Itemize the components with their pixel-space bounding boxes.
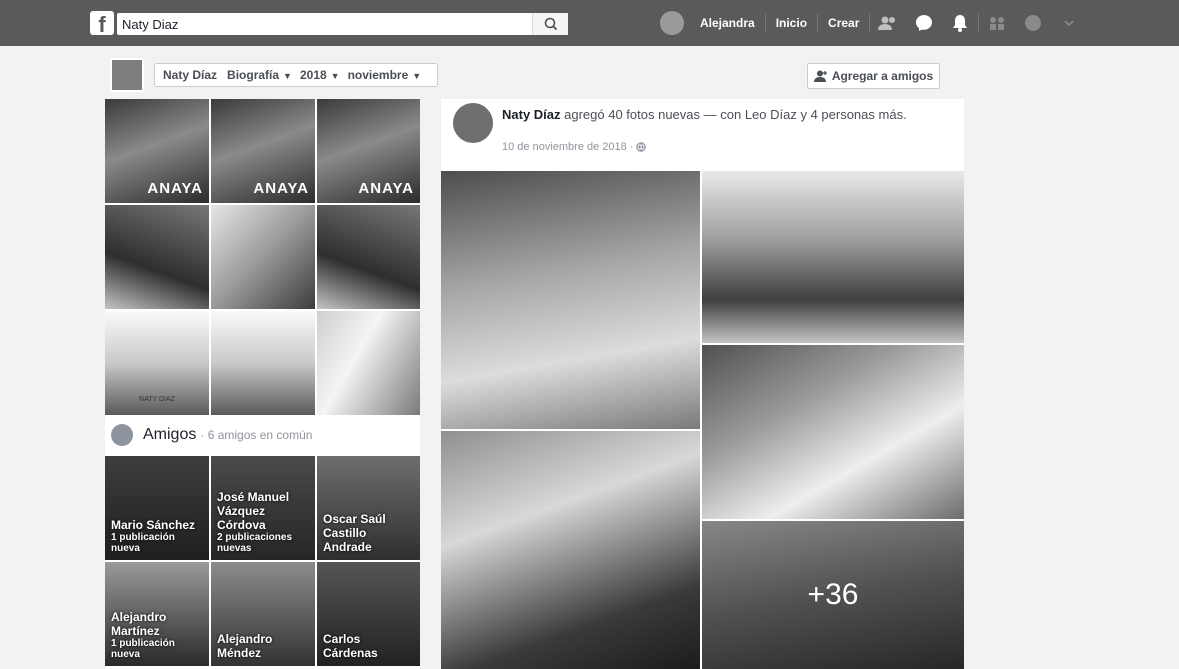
add-friend-label: Agregar a amigos [831,69,934,83]
caret-down-icon: ▼ [283,71,292,81]
photo-tile[interactable]: ANAYA [317,99,420,203]
year-dropdown[interactable]: 2018 ▼ [300,68,340,82]
friend-tile[interactable]: Carlos Cárdenas [317,562,420,666]
chevron-down-icon[interactable] [1051,0,1087,46]
friend-tile[interactable]: José Manuel Vázquez Córdova 2 publicacion… [211,456,315,560]
friend-name: Alejandro Martínez [111,610,167,638]
photo-tile[interactable]: ANAYA [105,99,209,203]
post-author-link[interactable]: Naty Díaz [502,107,561,122]
globe-icon [636,142,647,152]
caret-down-icon: ▼ [330,71,340,81]
timeline-breadcrumb: Naty Díaz Biografía ▼ 2018 ▼ noviembre ▼ [154,63,439,87]
photo-tile[interactable] [317,311,420,415]
biography-label: Biografía [227,68,280,82]
home-link[interactable]: Inicio [766,16,817,30]
add-friend-icon [813,70,827,82]
biography-dropdown[interactable]: Biografía ▼ [227,68,292,82]
quick-help-icon[interactable] [979,0,1015,46]
friends-section-header: Amigos · 6 amigos en común [105,417,420,453]
friend-name: Mario Sánchez [111,518,196,532]
profile-header-strip: Naty Díaz Biografía ▼ 2018 ▼ noviembre ▼ [110,58,439,92]
friends-grid: Mario Sánchez 1 publicación nueva José Ma… [105,456,420,666]
post-photo[interactable] [441,171,700,429]
help-icon[interactable] [1015,0,1051,46]
facebook-logo-icon[interactable]: f [90,11,114,37]
friends-title[interactable]: Amigos [143,426,196,444]
photo-tile[interactable] [211,205,315,309]
post-photo[interactable] [702,345,964,519]
friend-name: Alejandro Méndez [217,632,273,660]
photo-tile[interactable] [211,311,315,415]
left-column: ANAYA ANAYA ANAYA NATY DIAZ Amigos · 6 a… [105,99,420,669]
profile-name-link[interactable]: Naty Díaz [163,68,217,82]
post-photo-more[interactable]: +36 [702,521,964,669]
top-navigation-bar: f Alejandra Inicio Crear [0,0,1179,46]
photo-caption: ANAYA [253,180,309,197]
photo-tile[interactable]: NATY DIAZ [105,311,209,415]
search-button[interactable] [532,13,568,35]
photo-logo-text: NATY DIAZ [139,396,175,403]
photo-tile[interactable]: ANAYA [211,99,315,203]
search-box [117,13,568,35]
friend-requests-icon[interactable] [870,0,906,46]
nav-right-group: Alejandra Inicio Crear [660,0,1087,46]
timeline-post: Naty Díaz agregó 40 fotos nuevas — con L… [441,99,964,669]
more-photos-count: +36 [702,521,964,669]
friend-tile[interactable]: Alejandro Martínez 1 publicación nueva [105,562,209,666]
friend-name: Oscar Saúl Castillo Andrade [323,512,386,554]
month-dropdown[interactable]: noviembre ▼ [348,68,422,82]
messenger-icon[interactable] [906,0,942,46]
post-date-link[interactable]: 10 de noviembre de 2018 · [502,141,633,153]
nav-avatar[interactable] [660,11,684,35]
friend-subtext: 1 publicación nueva [111,638,175,660]
friend-tile[interactable]: Mario Sánchez 1 publicación nueva [105,456,209,560]
friend-name: Carlos Cárdenas [323,632,378,660]
friend-subtext: 1 publicación nueva [111,532,175,554]
search-icon [544,17,558,31]
notifications-icon[interactable] [942,0,978,46]
mutual-friends-count[interactable]: · 6 amigos en común [200,428,312,442]
month-label: noviembre [347,68,409,82]
post-photo[interactable] [441,431,700,669]
friend-subtext: 2 publicaciones nuevas [217,532,293,554]
profile-thumbnail[interactable] [110,58,144,92]
post-photo[interactable] [702,171,964,343]
create-link[interactable]: Crear [818,16,869,30]
photo-grid: ANAYA ANAYA ANAYA NATY DIAZ [105,99,420,415]
photo-tile[interactable] [105,205,209,309]
friend-tile[interactable]: Oscar Saúl Castillo Andrade [317,456,420,560]
photo-tile[interactable] [317,205,420,309]
friends-icon [111,424,133,446]
profile-link[interactable]: Alejandra [690,16,765,30]
friend-name: José Manuel Vázquez Córdova [217,490,290,532]
friend-tile[interactable]: Alejandro Méndez [211,562,315,666]
year-label: 2018 [299,68,327,82]
search-input[interactable] [122,13,532,35]
post-timestamp: 10 de noviembre de 2018 · [502,141,647,153]
photo-caption: ANAYA [358,180,414,197]
post-author-avatar[interactable] [453,103,493,143]
photo-caption: ANAYA [147,180,203,197]
post-header-text: Naty Díaz agregó 40 fotos nuevas — con L… [502,106,932,123]
post-action-text: agregó 40 fotos nuevas — con Leo Díaz y … [560,107,907,122]
caret-down-icon: ▼ [412,71,422,81]
add-friend-button[interactable]: Agregar a amigos [807,63,940,89]
